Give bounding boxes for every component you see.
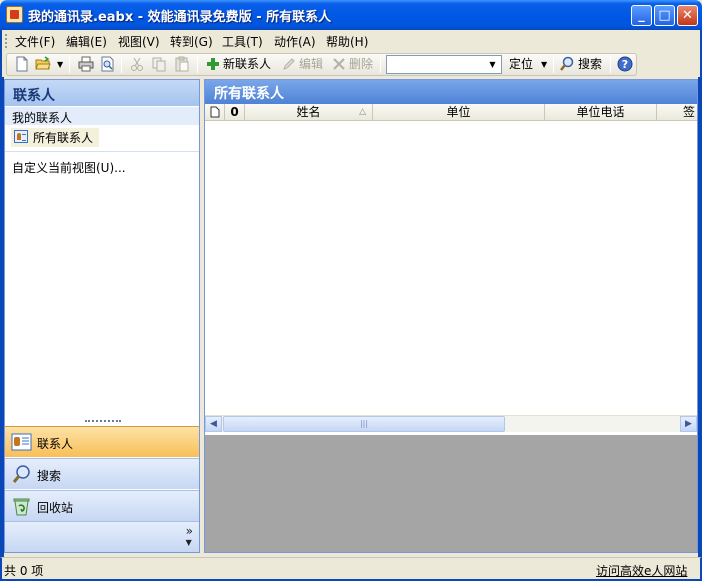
column-header-row: 0 姓名 △ 单位 单位电话 签	[205, 104, 697, 121]
contact-card-icon	[14, 130, 28, 143]
toolbar: ▼ 新联系人 编辑 删除 ▼ 定位 ▼ 搜索 ?	[0, 52, 702, 77]
nav-contacts-label: 联系人	[37, 437, 74, 451]
menu-goto[interactable]: 转到(G)	[170, 33, 213, 50]
toolbar-separator	[380, 56, 381, 73]
menu-bar: 文件(F) 编辑(E) 视图(V) 转到(G) 工具(T) 动作(A) 帮助(H…	[0, 30, 702, 52]
contact-list-pane: 所有联系人 0 姓名 △ 单位 单位电话 签 ◀ ||| ▶	[204, 79, 698, 553]
splitter-grip[interactable]	[85, 420, 121, 422]
delete-button[interactable]: 删除	[349, 56, 373, 73]
nav-overflow-bar: » ▼	[5, 521, 199, 552]
search-button[interactable]: 搜索	[578, 56, 602, 73]
menubar-grip[interactable]	[5, 34, 8, 48]
column-attachment[interactable]: 0	[225, 104, 245, 120]
navigation-pane-header: 联系人	[5, 80, 199, 106]
status-bar: 共 0 项 访问高效e人网站	[0, 557, 702, 581]
group-my-contacts[interactable]: 我的联系人	[5, 107, 199, 125]
folder-all-contacts-label: 所有联系人	[33, 131, 94, 145]
column-company-label: 单位	[446, 105, 471, 119]
menu-action[interactable]: 动作(A)	[274, 33, 316, 50]
title-bar: 我的通讯录.eabx - 效能通讯录免费版 - 所有联系人 _ □ ✕	[0, 0, 702, 30]
sort-ascending-icon: △	[359, 107, 366, 117]
chevron-down-icon[interactable]: ▼	[485, 57, 500, 72]
scroll-right-button[interactable]: ▶	[680, 416, 697, 432]
edit-button[interactable]: 编辑	[299, 56, 323, 73]
website-link[interactable]: 访问高效e人网站	[596, 562, 687, 579]
new-contact-button[interactable]: 新联系人	[223, 56, 271, 73]
paste-icon[interactable]	[174, 56, 190, 72]
locate-button[interactable]: 定位	[509, 56, 533, 73]
toolbar-separator	[197, 56, 198, 73]
menu-file[interactable]: 文件(F)	[15, 33, 55, 50]
horizontal-scrollbar[interactable]: ◀ ||| ▶	[205, 415, 697, 432]
folder-all-contacts[interactable]: 所有联系人	[11, 128, 100, 147]
nav-search-button[interactable]: 搜索	[5, 458, 199, 489]
column-icon-type[interactable]	[205, 104, 225, 120]
reading-pane	[205, 435, 697, 552]
contact-list[interactable]	[205, 121, 697, 415]
nav-recycle-label: 回收站	[37, 501, 74, 515]
nav-more-label: »	[185, 524, 193, 538]
column-company-phone-label: 单位电话	[576, 105, 625, 119]
contact-card-icon	[11, 433, 32, 451]
toolbar-separator	[553, 56, 554, 73]
column-partial[interactable]: 签	[657, 104, 697, 120]
menu-help[interactable]: 帮助(H)	[326, 33, 368, 50]
edit-pencil-icon[interactable]	[281, 56, 297, 72]
toolbar-separator	[69, 56, 70, 73]
scroll-thumb[interactable]: |||	[223, 416, 505, 432]
cut-icon[interactable]	[129, 56, 145, 72]
column-name[interactable]: 姓名 △	[245, 104, 373, 120]
app-icon[interactable]	[6, 6, 23, 23]
navigation-pane: 联系人 我的联系人 所有联系人 自定义当前视图(U)... 联系人 搜索 回收站	[4, 79, 200, 553]
toolbar-separator	[610, 56, 611, 73]
maximize-button[interactable]: □	[654, 5, 675, 26]
copy-icon[interactable]	[151, 56, 167, 72]
item-count: 共 0 项	[4, 564, 44, 578]
column-company[interactable]: 单位	[373, 104, 545, 120]
print-icon[interactable]	[78, 56, 94, 72]
menu-view[interactable]: 视图(V)	[118, 33, 160, 50]
search-combo-input[interactable]: ▼	[386, 55, 502, 74]
scroll-left-button[interactable]: ◀	[205, 416, 222, 432]
magnifier-icon	[12, 465, 30, 483]
nav-contacts-button[interactable]: 联系人	[5, 426, 199, 457]
nav-recycle-button[interactable]: 回收站	[5, 490, 199, 521]
paperclip-icon: 0	[230, 105, 239, 119]
close-button[interactable]: ✕	[677, 5, 698, 26]
menu-tools[interactable]: 工具(T)	[222, 33, 263, 50]
column-partial-label: 签	[682, 105, 695, 119]
new-document-icon[interactable]	[14, 56, 30, 72]
plus-icon[interactable]	[205, 56, 221, 72]
column-company-phone[interactable]: 单位电话	[545, 104, 657, 120]
toolbar-separator	[121, 56, 122, 73]
magnifier-icon[interactable]	[559, 56, 575, 72]
open-folder-icon[interactable]	[35, 56, 51, 72]
customize-view-link[interactable]: 自定义当前视图(U)...	[12, 159, 126, 176]
document-icon	[210, 106, 219, 118]
svg-text:?: ?	[622, 58, 628, 71]
recycle-bin-icon	[13, 498, 30, 516]
window-border-right	[698, 77, 702, 557]
help-icon[interactable]: ?	[617, 56, 633, 72]
menu-edit[interactable]: 编辑(E)	[66, 33, 107, 50]
open-dropdown-arrow[interactable]: ▼	[57, 56, 63, 73]
delete-x-icon[interactable]	[331, 56, 347, 72]
chevron-more-icon[interactable]: » ▼	[185, 524, 193, 548]
print-preview-icon[interactable]	[100, 56, 116, 72]
nav-search-label: 搜索	[37, 469, 62, 483]
column-name-label: 姓名	[296, 105, 321, 119]
contact-list-header: 所有联系人	[205, 80, 697, 104]
window-title: 我的通讯录.eabx - 效能通讯录免费版 - 所有联系人	[28, 10, 332, 25]
minimize-button[interactable]: _	[631, 5, 652, 26]
pane-divider	[5, 151, 199, 152]
chevron-down-icon: ▼	[185, 538, 192, 547]
locate-dropdown-arrow[interactable]: ▼	[541, 56, 547, 73]
